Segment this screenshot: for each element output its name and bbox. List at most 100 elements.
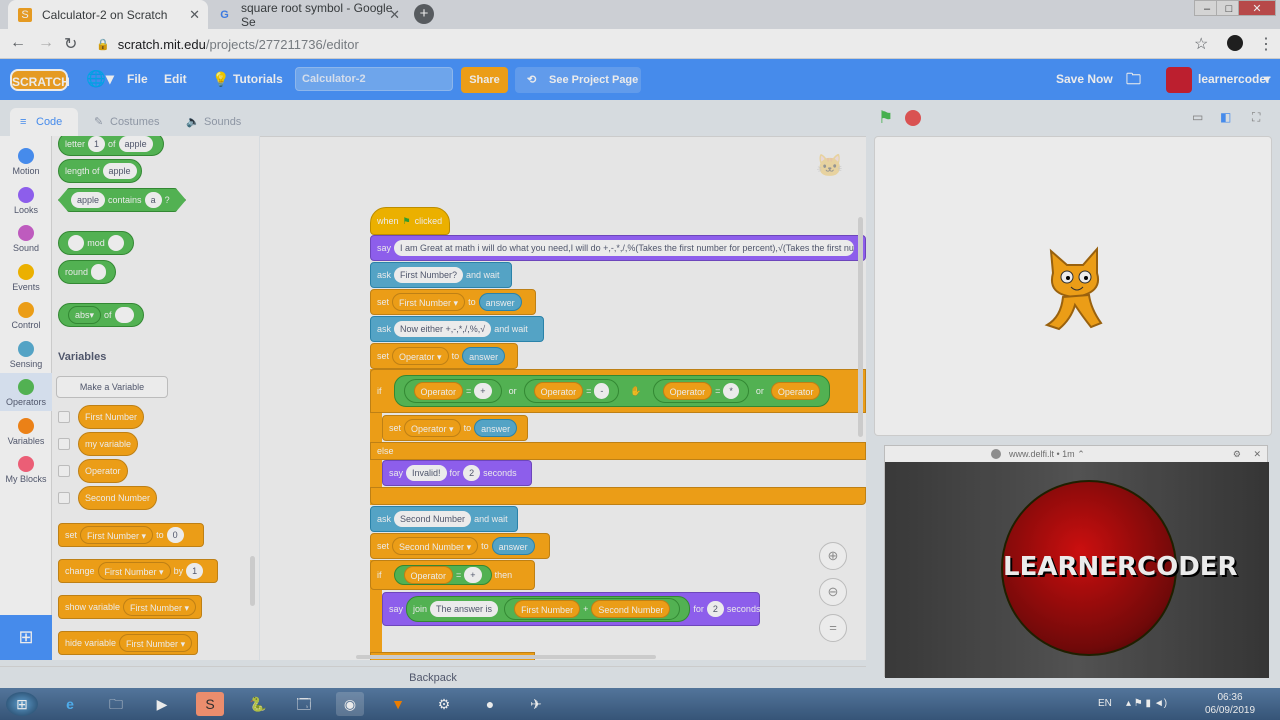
block-input[interactable]: apple: [102, 163, 137, 179]
show-variable-block[interactable]: show variable First Number ▾: [58, 595, 202, 619]
block-dropdown[interactable]: First Number ▾: [80, 526, 154, 544]
close-icon[interactable]: ✕: [1253, 446, 1261, 462]
set-variable-block[interactable]: set First Number ▾ to answer: [370, 289, 536, 315]
tutorials-menu[interactable]: Tutorials: [233, 59, 283, 100]
language-indicator[interactable]: EN: [1098, 688, 1112, 720]
block-input[interactable]: Invalid!: [406, 465, 447, 481]
ie-icon[interactable]: e: [56, 692, 84, 716]
script-workspace[interactable]: 🐱 when ⚑ clicked say I am Great at math …: [260, 136, 866, 660]
tab-costumes[interactable]: ✎ Costumes: [88, 108, 168, 136]
hide-variable-block[interactable]: hide variable First Number ▾: [58, 631, 198, 655]
stop-icon[interactable]: [905, 110, 921, 126]
close-tab-icon[interactable]: ✕: [189, 7, 200, 23]
change-variable-block[interactable]: change First Number ▾ by 1: [58, 559, 218, 583]
edit-menu[interactable]: Edit: [164, 59, 187, 100]
variable-checkbox[interactable]: [58, 465, 70, 477]
block-dropdown[interactable]: Operator ▾: [404, 419, 461, 437]
equals-operator[interactable]: Operator = +: [403, 379, 502, 403]
file-menu[interactable]: File: [127, 59, 148, 100]
video-frame[interactable]: LEARNERCODER: [885, 462, 1269, 678]
user-avatar[interactable]: [1166, 67, 1192, 93]
block-input[interactable]: 0: [166, 527, 184, 543]
contains-block[interactable]: apple contains a ?: [58, 188, 186, 212]
if-else-block[interactable]: if Operator = + or Operator = - ✋ Operat…: [370, 369, 866, 505]
menu-dots-icon[interactable]: ⋮: [1258, 34, 1274, 54]
make-variable-button[interactable]: Make a Variable: [56, 376, 168, 398]
new-tab-button[interactable]: +: [414, 4, 434, 24]
variable-checkbox[interactable]: [58, 438, 70, 450]
block-dropdown[interactable]: Operator ▾: [392, 347, 449, 365]
block-input[interactable]: Now either +,-,*,/,%,√: [394, 321, 492, 337]
block-input[interactable]: [107, 235, 124, 251]
block-input[interactable]: Second Number: [394, 511, 472, 527]
equals-operator[interactable]: Operator = +: [393, 565, 492, 585]
zoom-in-button[interactable]: ⊕: [819, 542, 847, 570]
operator-reporter[interactable]: Operator: [533, 382, 584, 400]
length-of-block[interactable]: length of apple: [58, 159, 142, 183]
tray-icons[interactable]: ▴ ⚑ ▮ ◄): [1126, 688, 1167, 720]
category-variables[interactable]: Variables: [0, 412, 52, 450]
my-stuff-folder-icon[interactable]: 🗀: [1126, 59, 1141, 100]
url-field[interactable]: 🔒 scratch.mit.edu/projects/277211736/edi…: [96, 33, 1206, 55]
category-events[interactable]: Events: [0, 258, 52, 296]
add-extension-button[interactable]: ⊞: [0, 615, 52, 660]
obs-icon[interactable]: ●: [476, 692, 504, 716]
block-input[interactable]: [114, 307, 134, 323]
variable-reporter[interactable]: First Number: [78, 405, 145, 429]
profile-avatar[interactable]: [1227, 35, 1243, 51]
window-close-button[interactable]: ✕: [1238, 0, 1276, 16]
first-number-reporter[interactable]: First Number: [514, 600, 581, 618]
category-sound[interactable]: Sound: [0, 219, 52, 257]
equals-operator[interactable]: Operator = *: [652, 379, 749, 403]
mod-block[interactable]: mod: [58, 231, 134, 255]
abs-of-block[interactable]: abs ▾ of: [58, 303, 144, 327]
answer-reporter[interactable]: answer: [478, 293, 522, 311]
set-variable-block[interactable]: set Operator ▾ to answer: [382, 415, 528, 441]
operator-reporter[interactable]: Operator: [413, 382, 464, 400]
second-number-reporter[interactable]: Second Number: [591, 600, 671, 618]
equals-operator[interactable]: Operator = -: [523, 379, 620, 403]
project-title-input[interactable]: Calculator-2: [295, 67, 453, 91]
sublime-icon[interactable]: S: [196, 692, 224, 716]
say-for-secs-block[interactable]: say Invalid! for 2 seconds: [382, 460, 532, 486]
variable-reporter[interactable]: my variable: [78, 432, 139, 456]
variable-checkbox[interactable]: [58, 492, 70, 504]
reload-icon[interactable]: ↻: [64, 34, 77, 54]
operator-reporter[interactable]: Operator: [770, 382, 821, 400]
operator-reporter[interactable]: Operator: [662, 382, 713, 400]
tutorials-icon[interactable]: 💡: [212, 59, 229, 100]
username-menu[interactable]: learnercoder: [1198, 59, 1271, 100]
block-dropdown[interactable]: abs ▾: [68, 306, 102, 324]
operator-reporter[interactable]: Operator: [403, 566, 454, 584]
block-input[interactable]: The answer is: [430, 601, 499, 617]
category-sensing[interactable]: Sensing: [0, 335, 52, 373]
block-input[interactable]: +: [474, 383, 492, 399]
scratch-logo[interactable]: SCRATCH: [10, 69, 70, 91]
ask-block[interactable]: ask First Number? and wait: [370, 262, 512, 288]
block-dropdown[interactable]: First Number ▾: [119, 634, 193, 652]
block-input[interactable]: I am Great at math i will do what you ne…: [394, 240, 855, 256]
share-button[interactable]: Share: [461, 67, 508, 93]
workspace-scrollbar-h[interactable]: [356, 655, 656, 659]
normal-stage-icon[interactable]: ◧: [1220, 110, 1231, 124]
block-input[interactable]: *: [723, 383, 739, 399]
block-input[interactable]: 2: [463, 465, 481, 481]
tab-calculator[interactable]: S Calculator-2 on Scratch ✕: [8, 0, 208, 29]
bookmark-star-icon[interactable]: ☆: [1194, 34, 1208, 54]
variable-reporter[interactable]: Second Number: [78, 486, 158, 510]
block-input[interactable]: +: [464, 567, 482, 583]
workspace-scrollbar-v[interactable]: [858, 217, 863, 437]
video-popup[interactable]: www.delfi.lt • 1m ⌃ ⚙ ✕ LEARNERCODER: [884, 445, 1269, 678]
if-then-block[interactable]: if Operator = + then say join The answer…: [370, 560, 760, 660]
block-dropdown[interactable]: First Number ▾: [123, 598, 197, 616]
forward-icon[interactable]: →: [38, 34, 54, 52]
block-dropdown[interactable]: First Number ▾: [392, 293, 466, 311]
fullscreen-icon[interactable]: ⛶: [1252, 110, 1260, 125]
backpack-bar[interactable]: Backpack: [0, 666, 866, 688]
chrome-icon[interactable]: ◉: [336, 692, 364, 716]
category-operators[interactable]: Operators: [0, 373, 52, 411]
stage-canvas[interactable]: [874, 136, 1272, 436]
block-dropdown[interactable]: First Number ▾: [97, 562, 171, 580]
zoom-reset-button[interactable]: =: [819, 614, 847, 642]
start-button[interactable]: ⊞: [6, 692, 38, 716]
